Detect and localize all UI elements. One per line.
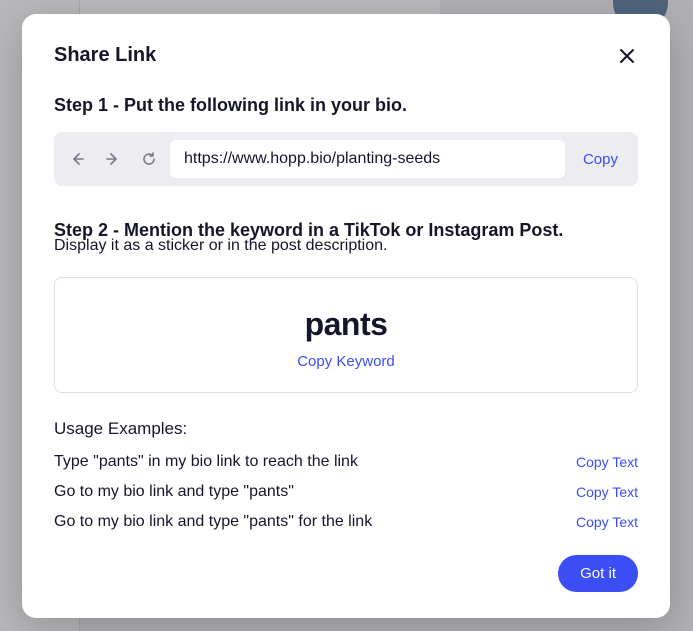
usage-example-row: Go to my bio link and type "pants" for t…	[54, 513, 638, 531]
step1-heading: Step 1 - Put the following link in your …	[54, 95, 638, 116]
arrow-right-icon	[105, 151, 121, 167]
bio-url-input[interactable]	[170, 140, 565, 178]
usage-example-row: Go to my bio link and type "pants" Copy …	[54, 483, 638, 501]
refresh-icon	[141, 151, 157, 167]
share-link-modal: Share Link Step 1 - Put the following li…	[22, 14, 670, 618]
usage-example-row: Type "pants" in my bio link to reach the…	[54, 453, 638, 471]
modal-title: Share Link	[54, 44, 156, 67]
url-bar: Copy	[54, 132, 638, 186]
close-icon	[619, 48, 635, 64]
nav-refresh-button[interactable]	[134, 144, 164, 174]
usage-example-text: Go to my bio link and type "pants" for t…	[54, 513, 372, 531]
copy-example-button[interactable]: Copy Text	[576, 484, 638, 500]
nav-forward-button[interactable]	[98, 144, 128, 174]
close-button[interactable]	[616, 45, 638, 67]
copy-example-button[interactable]: Copy Text	[576, 454, 638, 470]
usage-example-text: Go to my bio link and type "pants"	[54, 483, 294, 501]
copy-example-button[interactable]: Copy Text	[576, 514, 638, 530]
modal-footer: Got it	[54, 555, 638, 592]
usage-examples-title: Usage Examples:	[54, 419, 638, 439]
got-it-button[interactable]: Got it	[558, 555, 638, 592]
arrow-left-icon	[69, 151, 85, 167]
keyword-text: pants	[55, 306, 637, 343]
modal-header: Share Link	[54, 44, 638, 67]
keyword-box: pants Copy Keyword	[54, 277, 638, 393]
nav-back-button[interactable]	[62, 144, 92, 174]
copy-url-button[interactable]: Copy	[571, 151, 630, 168]
copy-keyword-button[interactable]: Copy Keyword	[55, 353, 637, 370]
usage-example-text: Type "pants" in my bio link to reach the…	[54, 453, 358, 471]
